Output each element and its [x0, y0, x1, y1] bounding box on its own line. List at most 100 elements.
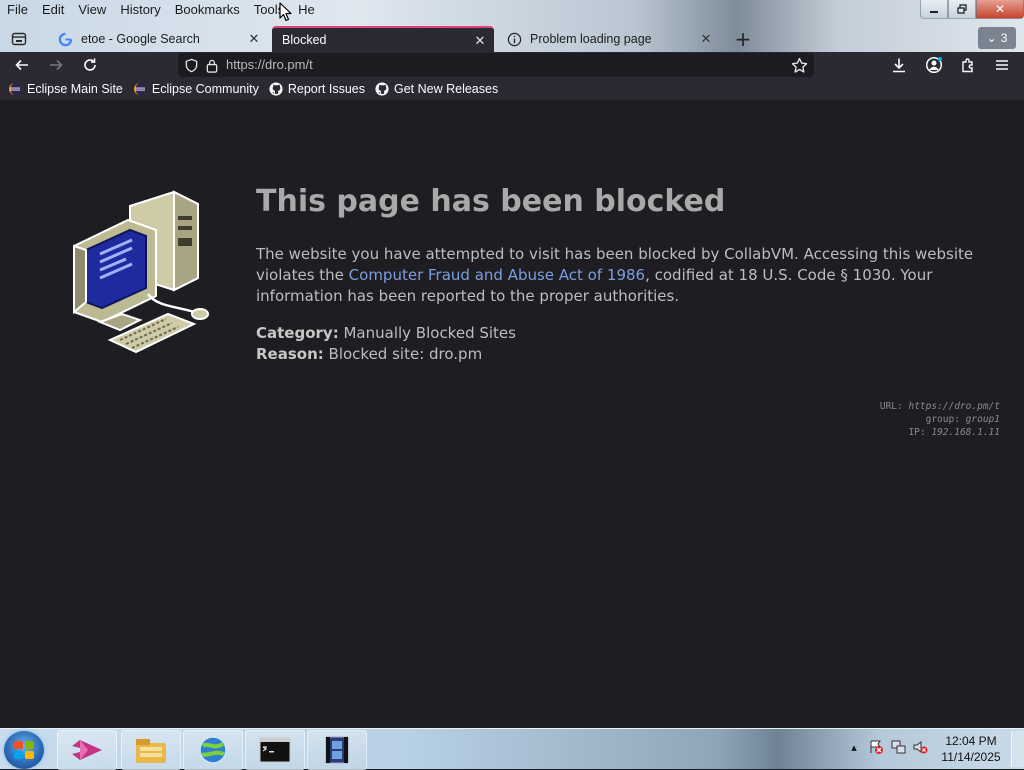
google-icon	[57, 31, 73, 47]
back-button[interactable]	[10, 54, 34, 76]
menu-bookmarks[interactable]: Bookmarks	[168, 0, 247, 20]
menu-help[interactable]: He	[291, 0, 322, 20]
firefox-view-icon	[11, 32, 27, 46]
debug-ip-label: IP:	[908, 427, 926, 438]
tab-title: Blocked	[282, 33, 327, 47]
bookmark-get-new-releases[interactable]: Get New Releases	[375, 82, 498, 96]
tab-close-button[interactable]: ✕	[246, 30, 262, 48]
taskbar-app-explorer[interactable]	[121, 730, 181, 770]
taskbar-app-visual-studio[interactable]	[57, 730, 117, 770]
tab-blocked[interactable]: Blocked ✕	[272, 26, 494, 52]
extensions-button[interactable]	[956, 54, 980, 76]
tab-close-button[interactable]: ✕	[698, 30, 714, 48]
restore-icon	[957, 4, 967, 14]
reason-value: Blocked site: dro.pm	[328, 345, 483, 363]
block-message: The website you have attempted to visit …	[256, 244, 996, 307]
taskbar: ▴ 12:04 PM 11/14/2025	[0, 728, 1024, 770]
bookmark-eclipse-main-site[interactable]: Eclipse Main Site	[8, 82, 123, 96]
bookmark-report-issues[interactable]: Report Issues	[269, 82, 365, 96]
account-button[interactable]	[922, 54, 946, 76]
taskbar-app-browser[interactable]	[183, 730, 243, 770]
close-icon: ✕	[474, 33, 486, 48]
cfaa-link[interactable]: Computer Fraud and Abuse Act of 1986	[349, 266, 645, 284]
tab-google-search[interactable]: etoe - Google Search ✕	[50, 26, 268, 52]
debug-info: URL: https://dro.pm/t group: group1 IP: …	[880, 400, 1000, 439]
menu-history[interactable]: History	[113, 0, 167, 20]
forward-button[interactable]	[44, 54, 68, 76]
new-tab-button[interactable]: +	[732, 27, 754, 51]
close-icon: ✕	[248, 31, 260, 46]
clock-date: 11/14/2025	[941, 750, 1001, 764]
menu-edit[interactable]: Edit	[35, 0, 71, 20]
category-value: Manually Blocked Sites	[343, 324, 516, 342]
system-tray: ▴	[846, 739, 928, 755]
puzzle-icon	[962, 58, 973, 73]
debug-url-value: https://dro.pm/t	[908, 401, 1000, 412]
file-explorer-icon	[136, 739, 166, 763]
page-title: This page has been blocked	[256, 184, 726, 219]
show-desktop-button[interactable]	[1011, 731, 1024, 767]
close-icon: ✕	[994, 2, 1006, 16]
reason-row: Reason: Blocked site: dro.pm	[256, 344, 516, 365]
address-bar[interactable]: https://dro.pm/t	[178, 53, 814, 77]
debug-ip-value: 192.168.1.11	[931, 427, 1000, 438]
windows-logo-icon	[14, 741, 34, 759]
chevron-down-icon: ⌄	[986, 31, 997, 45]
debug-url-label: URL:	[879, 401, 903, 412]
tracking-shield-icon[interactable]	[182, 56, 200, 74]
download-icon	[893, 58, 905, 73]
window-close-button[interactable]: ✕	[976, 0, 1024, 19]
list-all-tabs-button[interactable]: ⌄ 3	[978, 27, 1016, 49]
maximize-button[interactable]	[948, 0, 976, 19]
network-icon[interactable]	[890, 739, 906, 755]
lock-icon[interactable]	[203, 56, 221, 74]
github-icon	[269, 82, 283, 96]
category-row: Category: Manually Blocked Sites	[256, 323, 516, 344]
app-menu-button[interactable]	[990, 54, 1014, 76]
bookmark-label: Get New Releases	[393, 82, 499, 96]
debug-group-value: group1	[965, 414, 1000, 425]
chevron-up-icon: ▴	[851, 740, 857, 754]
eclipse-icon	[133, 82, 147, 96]
taskbar-app-command-prompt[interactable]	[245, 730, 305, 770]
reload-button[interactable]	[78, 54, 102, 76]
clock-time: 12:04 PM	[945, 734, 997, 748]
menu-file[interactable]: File	[0, 0, 35, 20]
menu-view[interactable]: View	[71, 0, 113, 20]
show-hidden-icons-button[interactable]: ▴	[846, 739, 862, 755]
tab-strip: etoe - Google Search ✕ Blocked ✕ Problem…	[0, 26, 1024, 52]
tab-close-button[interactable]: ✕	[472, 32, 488, 50]
action-center-icon[interactable]	[868, 739, 884, 755]
info-icon	[506, 31, 522, 47]
media-player-icon	[325, 736, 349, 764]
category-label: Category:	[256, 324, 339, 342]
tab-title: Problem loading page	[530, 32, 652, 46]
firefox-view-button[interactable]	[7, 28, 31, 50]
navigation-toolbar: https://dro.pm/t	[0, 52, 1024, 78]
debug-group-label: group:	[925, 414, 960, 425]
window-controls: ✕	[920, 0, 1024, 19]
reload-icon	[84, 58, 96, 71]
start-button[interactable]	[4, 731, 44, 769]
mouse-cursor-icon	[279, 2, 292, 22]
volume-muted-icon[interactable]	[912, 739, 928, 755]
hamburger-menu-icon	[996, 60, 1008, 70]
plus-icon: +	[734, 27, 752, 51]
minimize-button[interactable]	[920, 0, 948, 19]
tab-title: etoe - Google Search	[81, 32, 200, 46]
bookmark-eclipse-community[interactable]: Eclipse Community	[133, 82, 259, 96]
tab-problem-loading[interactable]: Problem loading page ✕	[498, 26, 720, 52]
downloads-button[interactable]	[887, 54, 911, 76]
bookmark-star-icon[interactable]	[790, 56, 808, 74]
taskbar-app-media[interactable]	[307, 730, 367, 770]
eclipse-icon	[8, 82, 22, 96]
close-icon: ✕	[700, 31, 712, 46]
bookmark-label: Report Issues	[287, 82, 365, 96]
url-text[interactable]: https://dro.pm/t	[226, 53, 313, 77]
command-prompt-icon	[259, 737, 291, 763]
bookmark-label: Eclipse Community	[151, 82, 259, 96]
reason-label: Reason:	[256, 345, 324, 363]
system-clock[interactable]: 12:04 PM 11/14/2025	[936, 733, 1006, 765]
retro-computer-icon	[73, 190, 209, 354]
minimize-icon	[930, 11, 938, 13]
